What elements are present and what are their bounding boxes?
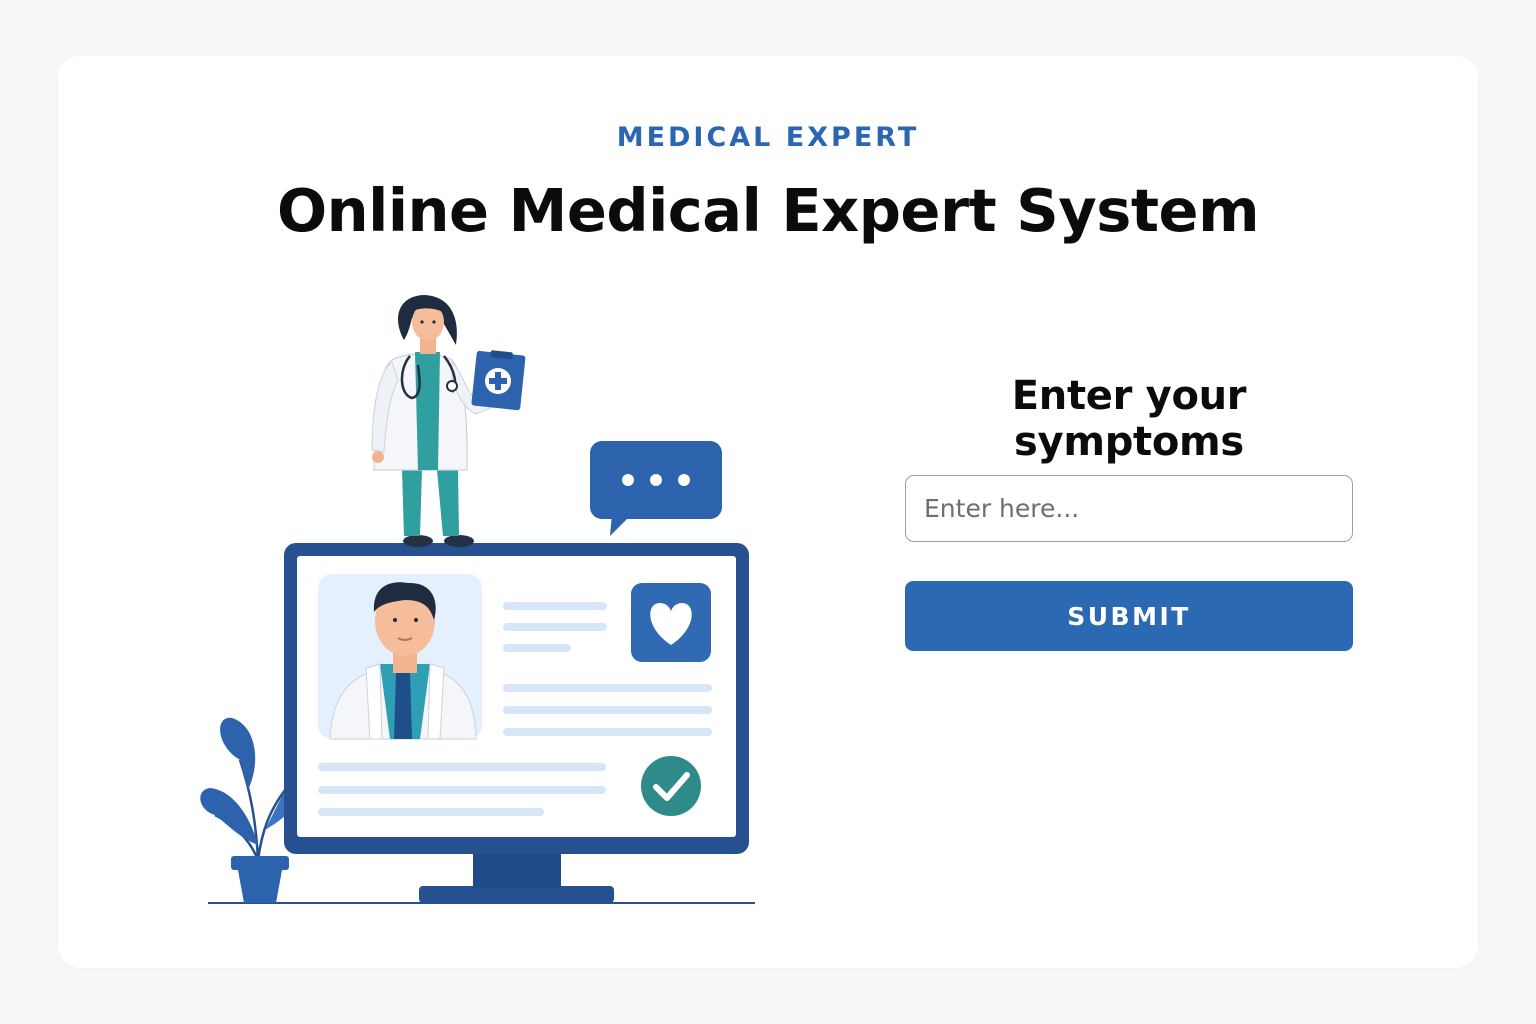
eyebrow-label: MEDICAL EXPERT <box>616 122 920 153</box>
computer-monitor-icon <box>284 543 749 903</box>
page-title: Online Medical Expert System <box>276 176 1260 245</box>
symptoms-input[interactable] <box>905 475 1353 542</box>
medical-illustration <box>200 295 755 904</box>
chat-bubble-icon <box>590 441 722 536</box>
check-circle-icon <box>641 756 701 816</box>
heart-icon <box>631 583 711 662</box>
female-doctor-icon <box>371 295 518 547</box>
clipboard-plus-icon <box>471 350 526 411</box>
symptoms-heading: Enter your symptoms <box>1011 373 1247 465</box>
submit-button[interactable]: SUBMIT <box>905 581 1353 651</box>
